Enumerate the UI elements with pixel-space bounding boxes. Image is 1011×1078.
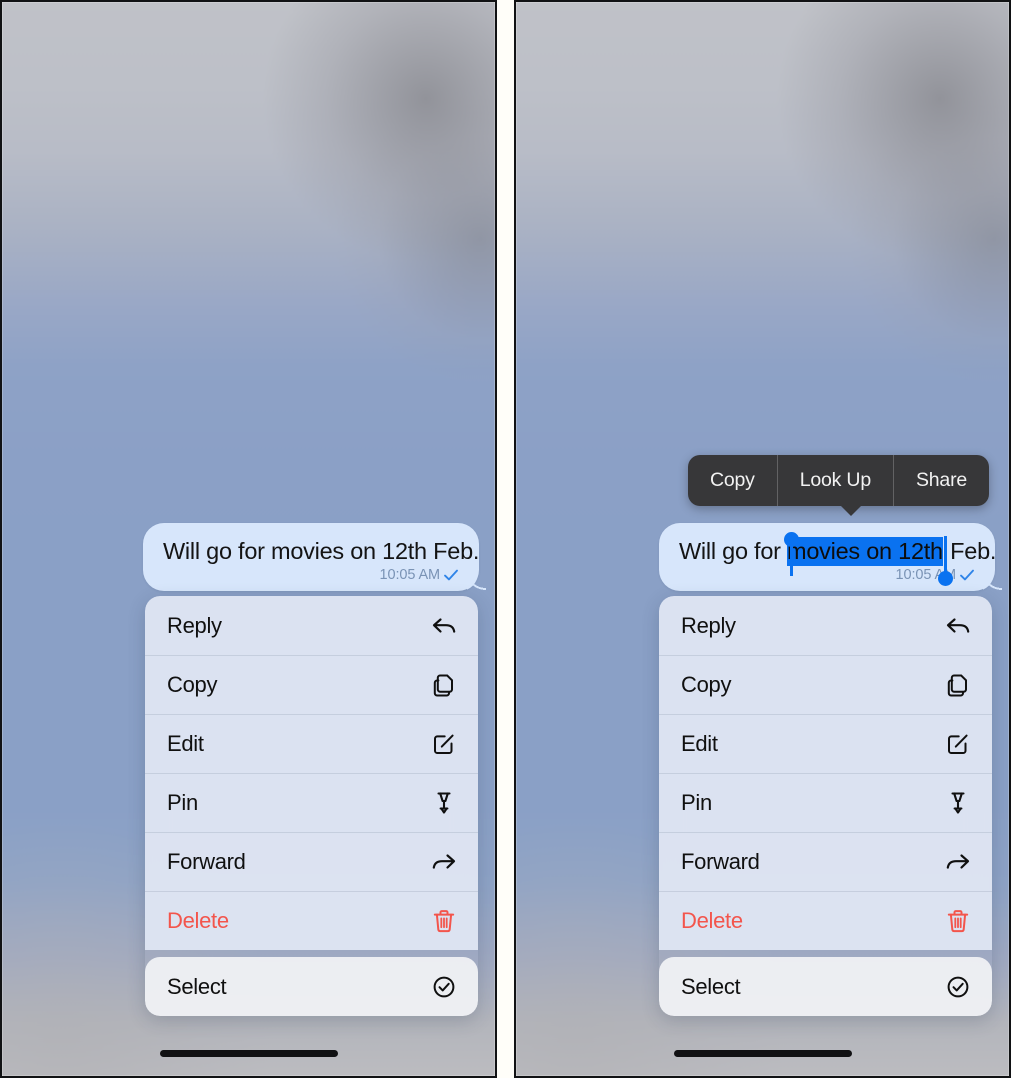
context-menu-secondary-group: Select [145, 957, 478, 1016]
context-menu-label: Select [167, 973, 227, 999]
context-menu-label: Edit [681, 730, 718, 756]
context-menu-secondary-group: Select [659, 957, 992, 1016]
context-menu-item-forward[interactable]: Forward [145, 832, 478, 891]
edit-menu-item-share[interactable]: Share [892, 455, 989, 506]
panel-divider [497, 0, 514, 1078]
edit-menu-item-look-up[interactable]: Look Up [776, 455, 893, 506]
pushpin-icon [951, 791, 965, 814]
context-menu-label: Reply [167, 612, 222, 638]
message-meta: 10:05 AM [163, 567, 461, 583]
context-menu-label: Copy [167, 671, 218, 697]
message-text-selected[interactable]: movies on 12th [787, 537, 943, 566]
context-menu-label: Pin [167, 789, 198, 815]
context-menu-item-reply[interactable]: Reply [659, 596, 992, 655]
context-menu-item-delete[interactable]: Delete [659, 891, 992, 950]
context-menu-item-pin[interactable]: Pin [145, 773, 478, 832]
reply-arrow-icon [946, 617, 970, 633]
context-menu-item-edit[interactable]: Edit [145, 714, 478, 773]
pencil-square-icon [948, 734, 968, 754]
bubble-tail [983, 570, 1003, 591]
text-selection-edit-menu: Copy Look Up Share [688, 455, 990, 506]
context-menu-label: Forward [167, 848, 246, 874]
message-context-menu: Reply Copy Edit Pin Forward Delete Selec… [659, 596, 992, 1016]
message-text-after-selection: Feb. [943, 538, 997, 564]
context-menu-label: Forward [681, 848, 760, 874]
message-text: Will go for movies on 12th Feb. [163, 538, 480, 564]
context-menu-primary-group: Reply Copy Edit Pin Forward Delete [145, 596, 478, 950]
selection-end-bar [944, 536, 947, 574]
trash-icon [947, 909, 969, 932]
forward-arrow-icon [946, 853, 970, 869]
pencil-square-icon [434, 734, 454, 754]
context-menu-item-reply[interactable]: Reply [145, 596, 478, 655]
message-context-menu: Reply Copy Edit Pin Forward Delete Selec… [145, 596, 478, 1016]
context-menu-item-select[interactable]: Select [145, 957, 478, 1016]
message-text-before-selection: Will go for [679, 538, 787, 564]
selection-end-handle[interactable] [938, 571, 953, 586]
context-menu-item-copy[interactable]: Copy [145, 655, 478, 714]
checkmark-icon [444, 569, 458, 581]
edit-menu-item-copy[interactable]: Copy [688, 455, 777, 506]
context-menu-label: Pin [681, 789, 712, 815]
screenshot-comparison-stage: Will go for movies on 12th Feb. 10:05 AM… [0, 0, 1011, 1078]
context-menu-label: Delete [167, 907, 229, 933]
message-meta: 10:05 AM [679, 567, 977, 583]
copy-pages-icon [947, 674, 967, 696]
context-menu-label: Reply [681, 612, 736, 638]
screenshot-panel-left: Will go for movies on 12th Feb. 10:05 AM… [0, 0, 497, 1078]
context-menu-label: Copy [681, 671, 732, 697]
home-indicator-bar [673, 1050, 852, 1057]
checkmark-icon [960, 569, 974, 581]
check-circle-icon [947, 976, 969, 997]
context-menu-label: Delete [681, 907, 743, 933]
context-menu-label: Select [681, 973, 741, 999]
context-menu-item-select[interactable]: Select [659, 957, 992, 1016]
context-menu-item-pin[interactable]: Pin [659, 773, 992, 832]
copy-pages-icon [433, 674, 453, 696]
context-menu-label: Edit [167, 730, 204, 756]
bubble-tail [467, 570, 487, 591]
message-bubble-container: Will go for movies on 12th Feb. 10:05 AM [143, 523, 486, 591]
edit-menu-pointer-arrow [840, 505, 862, 516]
forward-arrow-icon [432, 853, 456, 869]
context-menu-item-edit[interactable]: Edit [659, 714, 992, 773]
message-timestamp: 10:05 AM [379, 567, 441, 583]
home-indicator-bar [159, 1050, 338, 1057]
context-menu-item-forward[interactable]: Forward [659, 832, 992, 891]
trash-icon [433, 909, 455, 932]
message-text: Will go for movies on 12th Feb. [679, 536, 996, 566]
context-menu-primary-group: Reply Copy Edit Pin Forward Delete [659, 596, 992, 950]
reply-arrow-icon [432, 617, 456, 633]
context-menu-item-copy[interactable]: Copy [659, 655, 992, 714]
screenshot-panel-right: Copy Look Up Share Will go for movies on… [514, 0, 1011, 1078]
message-bubble[interactable]: Will go for movies on 12th Feb. 10:05 AM [143, 523, 486, 591]
pushpin-icon [437, 791, 451, 814]
selection-start-handle[interactable] [784, 532, 799, 547]
context-menu-item-delete[interactable]: Delete [145, 891, 478, 950]
check-circle-icon [433, 976, 455, 997]
message-bubble-container: Will go for movies on 12th Feb. 10:05 AM [659, 523, 1002, 591]
